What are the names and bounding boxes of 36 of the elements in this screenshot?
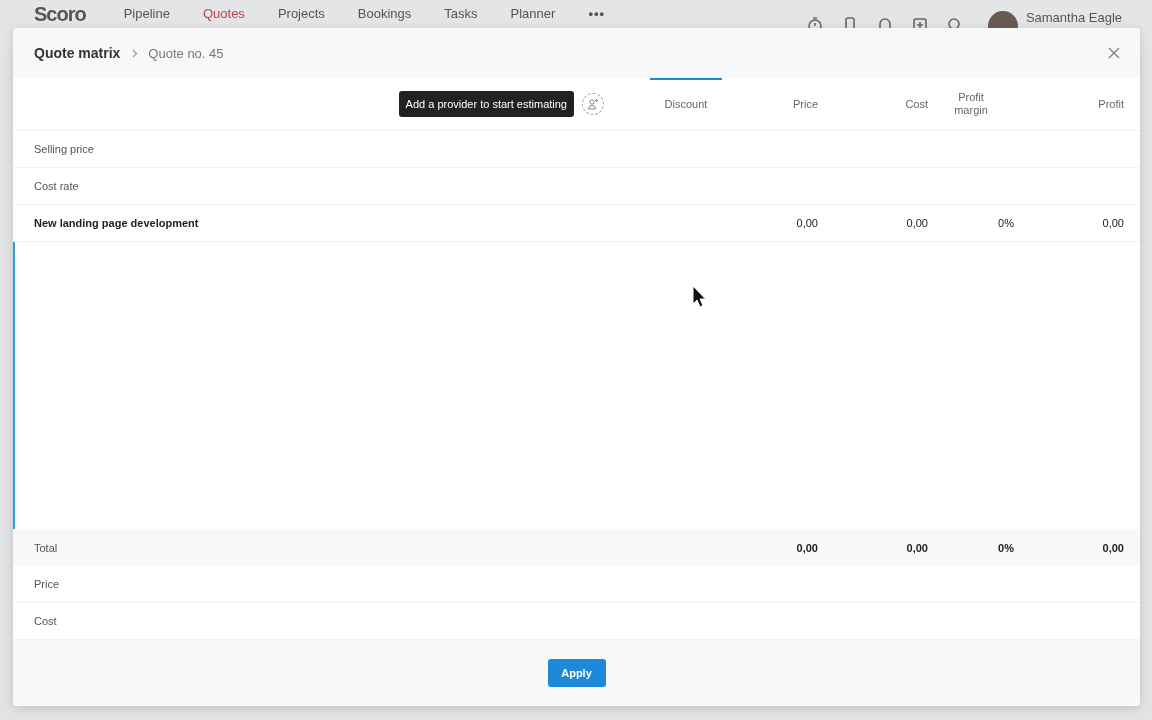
- add-person-icon: [587, 98, 599, 110]
- nav-tab[interactable]: Planner: [510, 7, 556, 21]
- column-header[interactable]: Discount: [650, 78, 722, 130]
- cursor-icon: [692, 285, 706, 309]
- table-cell-text: 0%: [997, 217, 1014, 229]
- chevron-icon: [132, 48, 139, 58]
- row-label: Total: [34, 541, 59, 554]
- row-label: Cost rate: [34, 180, 80, 192]
- column-header[interactable]: Profit: [1014, 78, 1124, 130]
- user-name[interactable]: Samantha Eagle: [1025, 9, 1122, 25]
- table-cell-text: 0,00: [905, 541, 928, 554]
- row-label: Price: [34, 578, 61, 590]
- apply-button[interactable]: Apply: [547, 659, 606, 687]
- close-icon[interactable]: [1108, 47, 1120, 59]
- item-name: New landing page development: [34, 217, 200, 229]
- nav-tab[interactable]: Pipeline: [123, 7, 170, 21]
- nav-tab[interactable]: Quotes: [202, 7, 245, 21]
- table-cell-text: 0,00: [1101, 217, 1124, 229]
- column-header[interactable]: Cost: [818, 78, 928, 130]
- more-menu[interactable]: •••: [588, 7, 606, 21]
- modal-title: Quote matrix: [34, 45, 121, 61]
- tooltip: Add a provider to start estimating: [398, 91, 574, 117]
- table-cell-text: 0,00: [795, 217, 818, 229]
- nav-tab[interactable]: Tasks: [444, 7, 478, 21]
- nav-tab[interactable]: Bookings: [357, 7, 412, 21]
- table-cell-text: 0,00: [795, 541, 818, 554]
- row-label: Selling price: [34, 143, 95, 155]
- column-header[interactable]: Profit margin: [928, 78, 1014, 130]
- breadcrumb-link[interactable]: Quote no. 45: [148, 45, 224, 61]
- table-cell-text: 0,00: [905, 217, 928, 229]
- table-cell-text: 0%: [997, 541, 1014, 554]
- logo[interactable]: Scoro: [34, 4, 86, 24]
- nav-tab[interactable]: Projects: [277, 7, 325, 21]
- column-header[interactable]: Price: [722, 78, 818, 130]
- table-cell-text: 0,00: [1101, 541, 1124, 554]
- row-label: Cost: [34, 615, 58, 627]
